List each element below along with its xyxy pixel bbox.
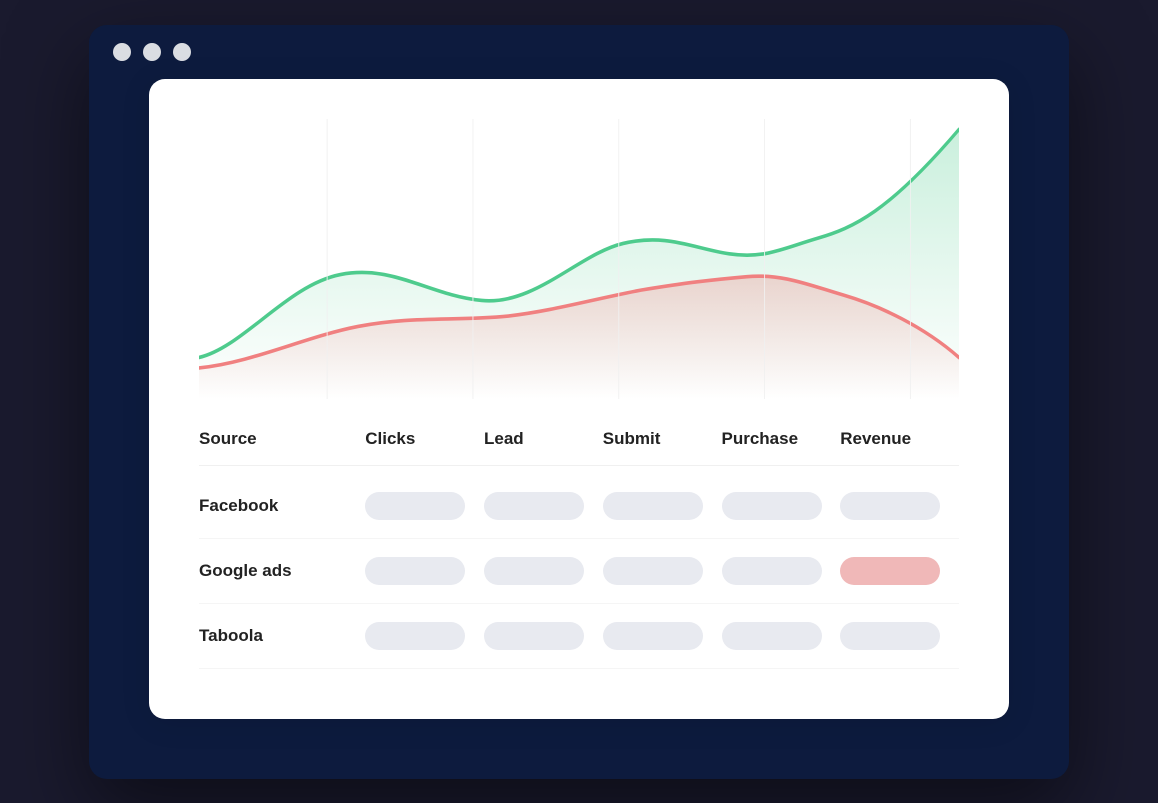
pill-google-lead	[484, 557, 584, 585]
pill-taboola-clicks	[365, 622, 465, 650]
pill-google-clicks	[365, 557, 465, 585]
browser-window: Source Clicks Lead Submit Purchase Reven…	[89, 25, 1069, 779]
table-row: Facebook	[199, 474, 959, 539]
chart-area	[199, 119, 959, 399]
col-clicks: Clicks	[365, 429, 484, 449]
col-submit: Submit	[603, 429, 722, 449]
row-label-facebook: Facebook	[199, 496, 365, 516]
row-label-google-ads: Google ads	[199, 561, 365, 581]
traffic-light-green[interactable]	[173, 43, 191, 61]
pill-facebook-revenue	[840, 492, 940, 520]
row-label-taboola: Taboola	[199, 626, 365, 646]
pill-google-purchase	[722, 557, 822, 585]
traffic-light-yellow[interactable]	[143, 43, 161, 61]
pill-facebook-purchase	[722, 492, 822, 520]
col-purchase: Purchase	[722, 429, 841, 449]
browser-titlebar	[89, 25, 1069, 79]
col-source: Source	[199, 429, 365, 449]
pill-facebook-submit	[603, 492, 703, 520]
table-header: Source Clicks Lead Submit Purchase Reven…	[199, 429, 959, 466]
pill-google-revenue	[840, 557, 940, 585]
table-row: Taboola	[199, 604, 959, 669]
pill-taboola-submit	[603, 622, 703, 650]
pill-google-submit	[603, 557, 703, 585]
pill-taboola-purchase	[722, 622, 822, 650]
browser-content: Source Clicks Lead Submit Purchase Reven…	[149, 79, 1009, 719]
pill-taboola-revenue	[840, 622, 940, 650]
pill-facebook-clicks	[365, 492, 465, 520]
traffic-light-red[interactable]	[113, 43, 131, 61]
pill-facebook-lead	[484, 492, 584, 520]
chart-svg	[199, 119, 959, 399]
pill-taboola-lead	[484, 622, 584, 650]
table-row: Google ads	[199, 539, 959, 604]
col-revenue: Revenue	[840, 429, 959, 449]
col-lead: Lead	[484, 429, 603, 449]
